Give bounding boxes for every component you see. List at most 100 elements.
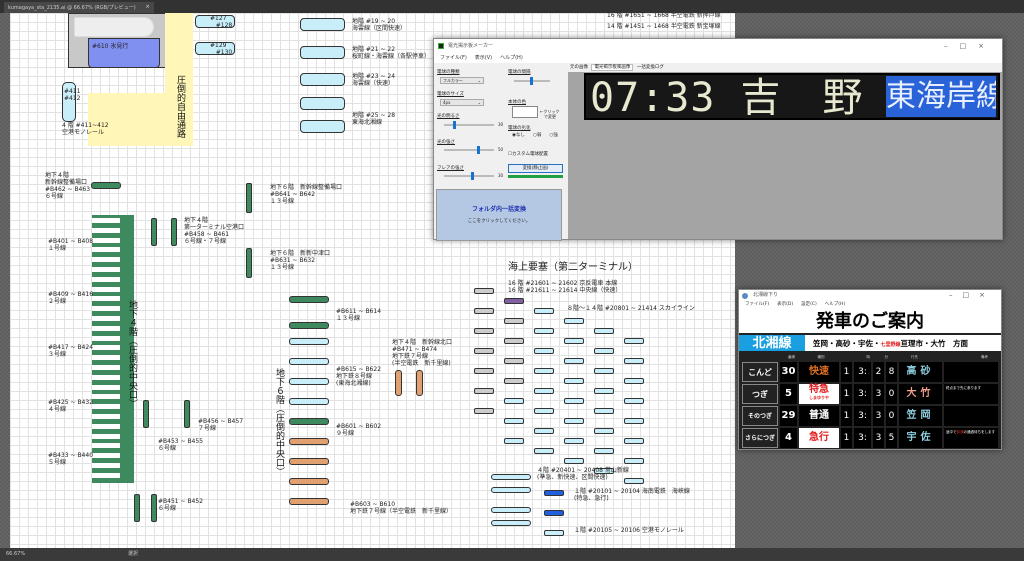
- status-bar: 66.67% 選択: [0, 548, 1024, 561]
- col-note: 備考: [981, 355, 988, 359]
- platform-car-vertical: [143, 400, 149, 428]
- batch-convert-drop-area[interactable]: フォルダ内一括変換 ここをクリックしてください。: [436, 189, 562, 241]
- platform-t2: [504, 318, 524, 324]
- menu-view[interactable]: 表示(V): [475, 55, 492, 61]
- platform-b603: [289, 478, 329, 485]
- body-color-swatch[interactable]: [512, 106, 538, 118]
- spacing-slider[interactable]: [514, 77, 550, 85]
- window-controls[interactable]: –□×: [949, 290, 995, 301]
- bulb-type-select[interactable]: フルカラー ⌄: [440, 77, 484, 84]
- slider-thumb[interactable]: [530, 77, 533, 85]
- document-tab[interactable]: kumagaya_sta_2135.ai @ 66.67% (RGB/プレビュー…: [4, 2, 154, 13]
- map-label: 地下６階 新幹線整備場口 #B641 ~ B642 １３号線: [270, 184, 343, 205]
- platform-t2: [474, 328, 494, 334]
- platform-t2: [594, 448, 614, 454]
- menu-file[interactable]: ファイル(F): [440, 55, 467, 61]
- slider-thumb[interactable]: [477, 146, 480, 154]
- slider-thumb[interactable]: [453, 121, 456, 129]
- tab-led-image[interactable]: 電光掲示板風画像: [591, 64, 634, 71]
- destination: 大竹: [899, 384, 942, 404]
- platform-t2: [534, 388, 554, 394]
- departure-board-window: 北湘線下り –□× ファイル(F) 表示(D) 設定(C) ヘルプ(H) 発車のご案内…: [738, 289, 1002, 450]
- bulb-size-value: 4px: [443, 100, 451, 105]
- radio-degrade-none[interactable]: ◉なし: [512, 132, 525, 138]
- platform-t2: [474, 308, 494, 314]
- spacing-label: 電球の間隔: [508, 70, 531, 75]
- brightness-slider[interactable]: [444, 121, 494, 129]
- line-name: 北湘線: [739, 335, 805, 351]
- flare-label: フレアの強さ: [437, 166, 464, 171]
- radio-label: なし: [515, 133, 525, 138]
- platform-t2: [474, 288, 494, 294]
- intensity-slider[interactable]: [444, 146, 494, 154]
- platform-t2: [564, 318, 584, 324]
- platform-t2: [594, 348, 614, 354]
- platform-b603: [289, 438, 329, 445]
- flare-slider[interactable]: [444, 172, 494, 180]
- destination: 宇佐: [899, 428, 942, 448]
- map-label: 地階 #19 ~ 20 海雲線（区間快速）: [352, 18, 407, 32]
- map-label: #B456 ~ B457 ７号線: [198, 418, 244, 432]
- bulb-size-select[interactable]: 4px ⌄: [440, 99, 484, 106]
- chevron-down-icon: ⌄: [477, 100, 481, 105]
- direction-highlight: 七里野線: [880, 342, 901, 348]
- menu-view[interactable]: 表示(D): [777, 302, 793, 307]
- led-line-name: 東海岸線: [886, 76, 996, 117]
- degrade-radio-group: ◉なし ○弱 ○強: [512, 132, 558, 138]
- train-type: 快速: [799, 362, 839, 382]
- track-gap: [92, 306, 120, 312]
- platform-20401: [491, 474, 531, 480]
- platform-t2: [594, 408, 614, 414]
- tab-batch-log[interactable]: 一括変換ログ: [635, 65, 666, 70]
- tab-original[interactable]: 元の画像: [568, 65, 590, 70]
- note: [944, 362, 998, 382]
- track-gap: [92, 355, 120, 361]
- map-label: ４階 #20401 ~ 20408 常山新線 (準急、新快速、区間快速): [537, 467, 629, 481]
- track-gap: [92, 296, 120, 302]
- menu-help[interactable]: ヘルプ(H): [500, 55, 523, 61]
- flare-value: 30: [498, 173, 504, 178]
- platform-t2: [564, 458, 584, 464]
- degrade-label: 電球の劣化: [508, 126, 531, 131]
- track-gap: [92, 374, 120, 380]
- track-gap: [92, 276, 120, 282]
- track-gap: [92, 472, 120, 478]
- convert-button[interactable]: 変換(静止画): [508, 164, 563, 173]
- window-titlebar: 電光掲示板メーカー –□×: [434, 39, 1002, 53]
- body-color-hint: ←クリック で変更: [540, 109, 560, 119]
- platform-20105: [544, 530, 564, 536]
- led-maker-window: 電光掲示板メーカー –□× ファイル(F) 表示(V) ヘルプ(H) 電球の種類 フ…: [433, 38, 1003, 241]
- radio-degrade-weak[interactable]: ○弱: [533, 132, 541, 138]
- map-label: #B603 ~ B610 地下鉄７号線（半空電鉄 新千里線）: [350, 501, 453, 515]
- custom-bulb-checkbox[interactable]: ☐カスタム電球配置: [508, 151, 548, 157]
- menu-settings[interactable]: 設定(C): [801, 302, 817, 307]
- map-label: #127 #128: [210, 15, 233, 29]
- app-icon: [438, 43, 444, 49]
- menu-help[interactable]: ヘルプ(H): [825, 302, 845, 307]
- departure-order: さらにつぎ: [742, 428, 778, 448]
- platform-t2: [504, 298, 524, 304]
- close-tab-icon[interactable]: ×: [146, 2, 150, 12]
- zoom-level[interactable]: 66.67%: [6, 548, 25, 561]
- menu-bar: ファイル(F) 表示(D) 設定(C) ヘルプ(H): [739, 301, 1001, 309]
- radio-label: 弱: [536, 133, 542, 138]
- platform-t2: [504, 418, 524, 424]
- menu-file[interactable]: ファイル(F): [745, 302, 769, 307]
- platform-t2: [564, 378, 584, 384]
- departure-row: つぎ 5 特急 しまゆりや 1 3: 3 0 大竹 終点まで先に参ります: [742, 384, 998, 404]
- track-gap: [92, 267, 120, 272]
- map-label: 地下６階 新新中津口 #B631 ~ B632 １３号線: [270, 250, 331, 271]
- brightness-value: 30: [498, 122, 504, 127]
- map-label: #411 #412: [64, 88, 81, 102]
- radio-degrade-strong[interactable]: ○強: [549, 132, 557, 138]
- batch-hint: ここをクリックしてください。: [467, 219, 531, 224]
- time-digit: 0: [886, 406, 897, 426]
- departure-row: こんど 30 快速 1 3: 2 8 高砂: [742, 362, 998, 382]
- window-controls[interactable]: –□×: [944, 39, 996, 53]
- platform-b601: [289, 418, 329, 425]
- line-row: 北湘線 笠岡・高砂・宇佐・七里野線亘理市・大竹 方面: [739, 335, 1001, 353]
- map-label: １階 #20101 ~ 20104 海南電鉄 海峡線 (特急、急行): [574, 488, 690, 502]
- departure-order: こんど: [742, 362, 778, 382]
- platform-t2: [594, 428, 614, 434]
- slider-thumb[interactable]: [471, 172, 474, 180]
